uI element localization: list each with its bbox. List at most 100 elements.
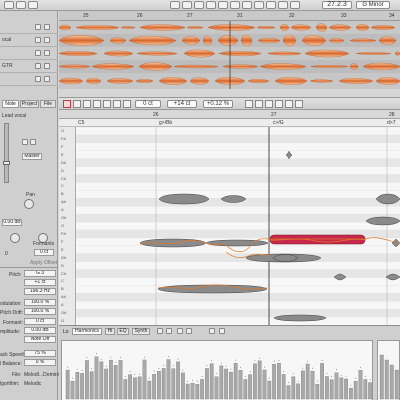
waveform-segment[interactable] bbox=[186, 26, 204, 29]
note-blob[interactable] bbox=[205, 239, 269, 247]
scale-button[interactable] bbox=[255, 100, 263, 108]
note-grid[interactable] bbox=[76, 127, 400, 325]
show-button[interactable] bbox=[285, 100, 293, 108]
harmonic-bar[interactable] bbox=[233, 363, 238, 400]
harmonic-bar[interactable] bbox=[113, 365, 118, 400]
harmonic-bar[interactable] bbox=[104, 368, 108, 400]
amplitude-tool[interactable] bbox=[93, 100, 101, 108]
harmonic-bar[interactable] bbox=[200, 379, 204, 400]
harmonic-bar[interactable] bbox=[181, 372, 185, 400]
tune-knob[interactable] bbox=[10, 233, 20, 243]
lock-button[interactable] bbox=[30, 139, 36, 145]
solo-button[interactable] bbox=[44, 63, 50, 69]
timeline-ruler[interactable]: 25 26 27 31 32 33 34 bbox=[59, 11, 400, 21]
play-button[interactable] bbox=[16, 1, 26, 9]
metronome-button[interactable] bbox=[182, 1, 192, 9]
tab-eq[interactable]: EQ bbox=[117, 328, 129, 335]
harmonic-bar[interactable] bbox=[75, 372, 80, 400]
harmonic-bar[interactable] bbox=[272, 364, 276, 400]
harmonic-bar[interactable] bbox=[248, 374, 252, 400]
harmonic-bar[interactable] bbox=[358, 370, 363, 400]
pan-knob[interactable] bbox=[24, 199, 34, 209]
volume-fader[interactable] bbox=[4, 123, 9, 183]
harmonic-bar[interactable] bbox=[128, 374, 132, 400]
track-waveforms[interactable] bbox=[59, 21, 400, 89]
harmonic-bar[interactable] bbox=[137, 376, 142, 400]
harmonic-bar[interactable] bbox=[296, 383, 300, 400]
tab-file[interactable]: File bbox=[40, 100, 56, 108]
solo-button[interactable] bbox=[44, 37, 50, 43]
editor-ruler[interactable]: 26 27 28 bbox=[59, 111, 400, 119]
formant-value[interactable]: 0 ct bbox=[24, 318, 56, 325]
harmonic-bar[interactable] bbox=[344, 378, 348, 400]
harmonic-bar[interactable] bbox=[157, 371, 161, 400]
harmonic-bar[interactable] bbox=[99, 361, 104, 400]
record-button[interactable] bbox=[28, 1, 38, 9]
harmonic-bar[interactable] bbox=[363, 379, 368, 400]
volume-value[interactable]: 0.00 dB bbox=[2, 219, 22, 226]
note-off-button[interactable]: Note Off bbox=[24, 336, 56, 343]
mute-button[interactable] bbox=[35, 37, 41, 43]
harmonics-bars[interactable]: ••• •••••••••••• ••••••••••• • •••••••••••••… bbox=[62, 341, 374, 400]
pitch-tool[interactable] bbox=[63, 100, 71, 108]
harmonic-bar[interactable] bbox=[80, 373, 84, 400]
piano-keyboard[interactable]: G F# F E D# D C# C B A# A G# G F# F E D# D C# C B A# A G# G bbox=[59, 127, 76, 325]
frequency-value[interactable]: 196.3 Hz bbox=[24, 288, 56, 295]
view-button[interactable] bbox=[290, 1, 300, 9]
harmonic-bar[interactable] bbox=[142, 359, 147, 400]
position-display[interactable]: 27.2.3 bbox=[322, 1, 352, 9]
solo-button[interactable] bbox=[44, 50, 50, 56]
note-blob[interactable] bbox=[273, 314, 327, 322]
mute-button[interactable] bbox=[35, 50, 41, 56]
harmonic-bar[interactable] bbox=[281, 374, 286, 400]
bypass-button[interactable] bbox=[22, 139, 28, 145]
harmonic-bar[interactable] bbox=[238, 370, 243, 400]
harmonic-bar[interactable] bbox=[320, 363, 324, 400]
harmonic-bar[interactable] bbox=[339, 377, 344, 400]
master-select[interactable]: Master bbox=[22, 153, 42, 160]
harmonic-bar[interactable] bbox=[243, 379, 248, 400]
macro-button[interactable] bbox=[245, 100, 253, 108]
tab-synth[interactable]: Synth bbox=[132, 328, 150, 335]
attack-value[interactable]: 75 % bbox=[24, 350, 56, 357]
harmonic-bar[interactable] bbox=[315, 384, 320, 400]
harmonic-bar[interactable] bbox=[94, 356, 99, 400]
harmonic-bar[interactable] bbox=[291, 376, 296, 400]
harmonic-bar[interactable] bbox=[325, 376, 329, 400]
harmonic-bar[interactable] bbox=[229, 371, 233, 400]
harmonic-bar[interactable] bbox=[85, 360, 89, 400]
snap-button[interactable] bbox=[254, 1, 264, 9]
harmonic-bar[interactable] bbox=[195, 384, 200, 400]
bypass-button[interactable] bbox=[157, 328, 163, 334]
harmonic-bar[interactable] bbox=[329, 379, 334, 400]
pitch-field[interactable]: 0 ct bbox=[135, 100, 161, 108]
harmonic-bar[interactable] bbox=[161, 368, 166, 400]
reset-button[interactable] bbox=[166, 328, 172, 334]
harmonic-bar[interactable] bbox=[147, 380, 152, 400]
harmonic-bar[interactable] bbox=[89, 371, 94, 400]
harmonic-bar[interactable] bbox=[109, 359, 113, 400]
harmonic-bar[interactable] bbox=[65, 369, 70, 400]
cents-value[interactable]: +1 ct bbox=[24, 279, 56, 286]
apply-offset-button[interactable]: Apply Offset bbox=[30, 260, 57, 266]
harmonic-bar[interactable] bbox=[171, 368, 176, 400]
note-editor[interactable]: 26 27 28 C5 g>/Bb c>/G d>7 G F# F E D# D C# C B A… bbox=[59, 111, 400, 325]
zoom-button[interactable] bbox=[278, 1, 288, 9]
amplitude-value[interactable]: 0.00 dB bbox=[24, 327, 56, 334]
modulation-value[interactable]: 100.0 % bbox=[24, 299, 56, 306]
algorithm-value[interactable]: Melodic bbox=[24, 381, 41, 387]
harmonic-bar[interactable] bbox=[353, 381, 358, 400]
grid-toggle[interactable] bbox=[265, 100, 273, 108]
drift-value[interactable]: 100.0 % bbox=[24, 308, 56, 315]
cursor-button[interactable] bbox=[266, 1, 276, 9]
chord-track[interactable]: C5 g>/Bb c>/G d>7 bbox=[59, 119, 400, 127]
harmonic-bar[interactable] bbox=[257, 360, 262, 400]
harmonic-bar[interactable] bbox=[368, 382, 372, 400]
harmonic-bar[interactable] bbox=[176, 361, 180, 400]
note-blob[interactable] bbox=[158, 193, 210, 205]
waveform-segment[interactable] bbox=[310, 65, 349, 68]
harmonic-bar[interactable] bbox=[166, 359, 171, 400]
rewind-button[interactable] bbox=[4, 1, 14, 9]
harmonic-bar[interactable] bbox=[277, 363, 281, 400]
tab-project[interactable]: Project bbox=[20, 100, 39, 108]
